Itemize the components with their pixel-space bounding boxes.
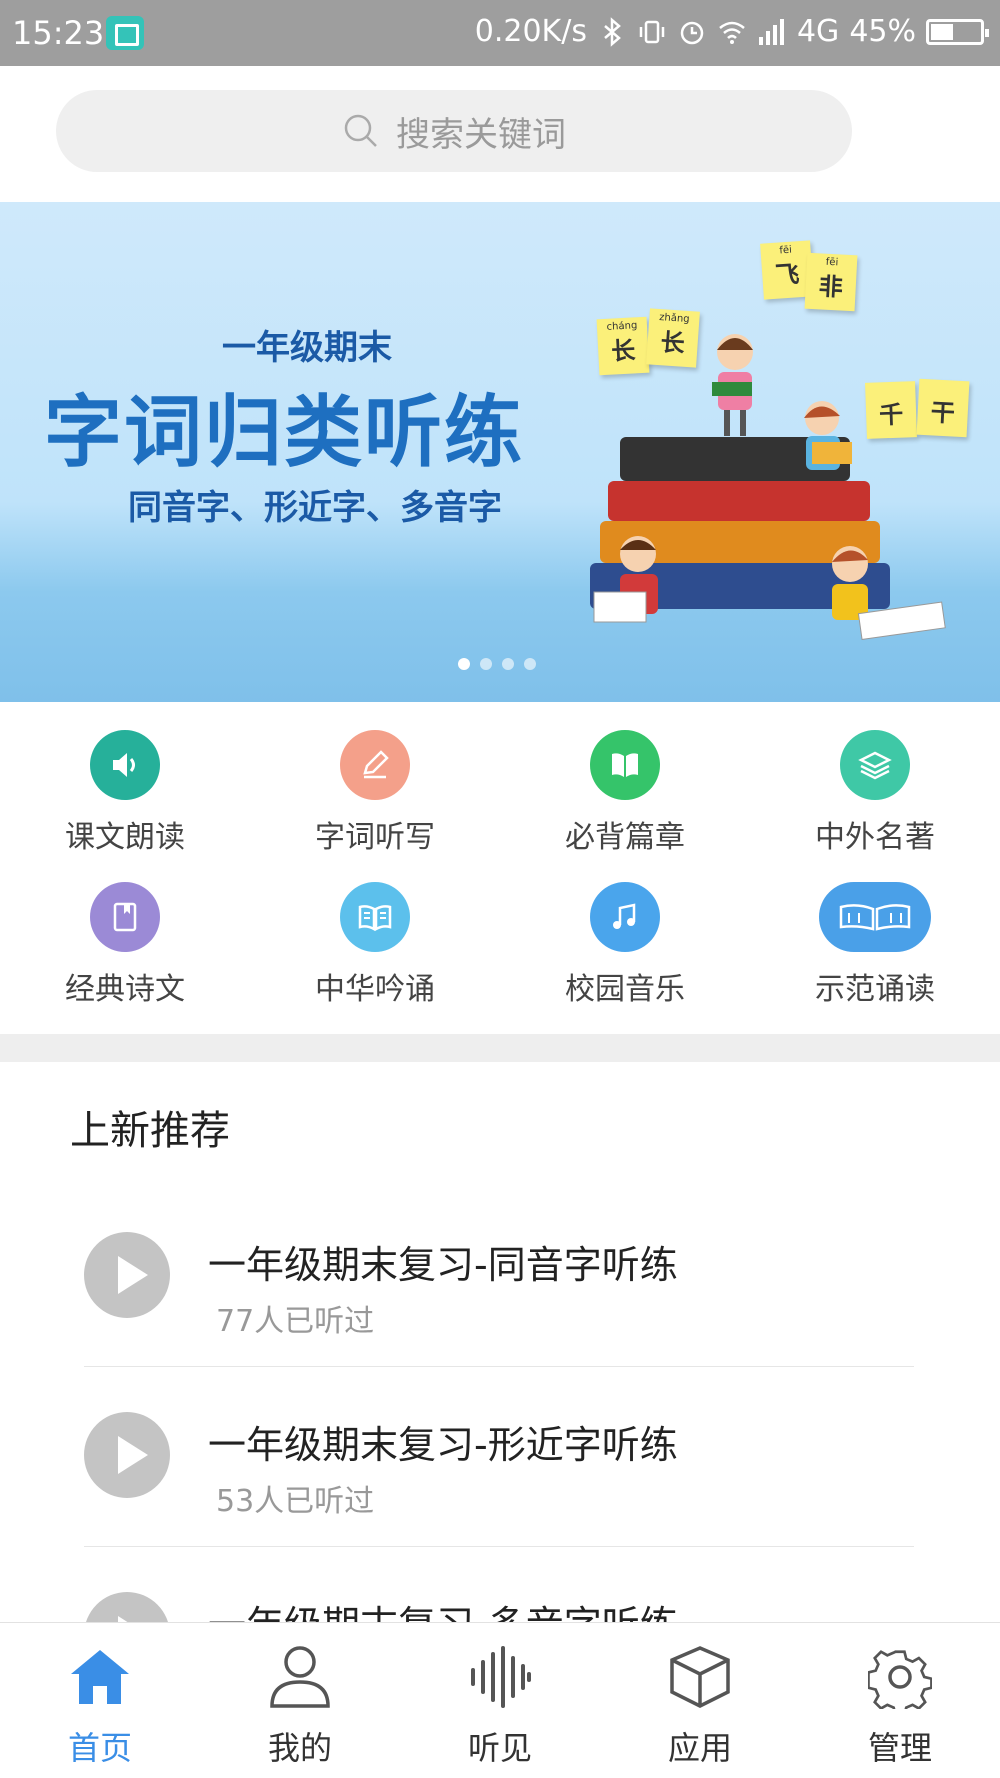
category-label: 课文朗读 — [65, 820, 185, 855]
banner-subtitle: 一年级期末 — [222, 328, 392, 368]
bookmark-book-icon — [90, 882, 160, 952]
category-grid: 课文朗读 字词听写 必背篇章 中外名著 经典诗文 中华吟诵 校园音乐 示范诵读 — [0, 726, 1000, 1026]
item-listen-count: 53人已听过 — [216, 1484, 375, 1519]
vibrate-icon — [639, 20, 665, 43]
item-title: 一年级期末复习-形近字听练 — [208, 1423, 678, 1467]
category-dictation[interactable]: 字词听写 — [275, 730, 475, 856]
open-book-icon — [340, 882, 410, 952]
nav-label: 管理 — [867, 1729, 932, 1767]
net-speed: 0.20K/s — [474, 14, 587, 49]
status-time: 15:23 — [12, 14, 105, 52]
bluetooth-icon — [604, 16, 621, 47]
carousel-dot[interactable] — [524, 658, 536, 670]
battery-fill — [931, 23, 953, 40]
category-text-reading[interactable]: 课文朗读 — [25, 730, 225, 856]
battery-icon — [926, 18, 989, 45]
word-card: zhǎng 长 — [646, 308, 700, 368]
item-listen-count: 77人已听过 — [216, 1304, 375, 1339]
screenshot-icon — [106, 16, 144, 50]
status-bar: 15:23 0.20K/s 4G 45% — [0, 0, 1000, 66]
nav-mine[interactable]: 我的 — [230, 1637, 370, 1769]
category-chanting[interactable]: 中华吟诵 — [275, 882, 475, 1008]
category-demo-reading[interactable]: 示范诵读 — [775, 882, 975, 1008]
category-label: 中外名著 — [815, 820, 935, 855]
soundwave-icon — [430, 1637, 570, 1717]
home-icon — [30, 1637, 170, 1717]
nav-manage[interactable]: 管理 — [830, 1637, 970, 1769]
promo-banner[interactable]: 一年级期末 字词归类听练 同音字、形近字、多音字 fēi 飞 fēi 非 cháng… — [0, 202, 1000, 702]
category-label: 校园音乐 — [565, 972, 685, 1007]
music-note-icon — [590, 882, 660, 952]
pencil-icon — [340, 730, 410, 800]
play-icon[interactable] — [84, 1232, 170, 1318]
category-label: 必背篇章 — [565, 820, 685, 855]
category-label: 示范诵读 — [815, 972, 935, 1007]
search-bar[interactable]: 搜索关键词 — [56, 90, 852, 172]
reading-book-icon — [819, 882, 931, 952]
bottom-nav: 首页 我的 听见 应用 管理 — [0, 1622, 1000, 1778]
category-label: 中华吟诵 — [315, 972, 435, 1007]
list-item[interactable]: 一年级期末复习-形近字听练 53人已听过 — [84, 1412, 914, 1592]
search-icon — [344, 114, 377, 147]
carousel-dot[interactable] — [502, 658, 514, 670]
child-figure — [832, 546, 946, 641]
banner-title: 字词归类听练 — [44, 388, 525, 478]
status-icons: 0.20K/s 4G 45% — [474, 14, 989, 49]
category-label: 字词听写 — [315, 820, 435, 855]
user-icon — [230, 1637, 370, 1717]
section-title: 上新推荐 — [70, 1108, 230, 1154]
nav-label: 听见 — [467, 1729, 532, 1767]
nav-label: 应用 — [667, 1729, 732, 1767]
nav-apps[interactable]: 应用 — [630, 1637, 770, 1769]
speaker-icon — [90, 730, 160, 800]
category-must-recite[interactable]: 必背篇章 — [525, 730, 725, 856]
carousel-dot[interactable] — [480, 658, 492, 670]
play-icon[interactable] — [84, 1412, 170, 1498]
alarm-icon — [680, 21, 704, 44]
category-campus-music[interactable]: 校园音乐 — [525, 882, 725, 1008]
category-poetry[interactable]: 经典诗文 — [25, 882, 225, 1008]
network-type: 4G — [796, 14, 840, 49]
nav-listen[interactable]: 听见 — [430, 1637, 570, 1769]
battery-percent: 45% — [849, 14, 916, 49]
word-card: cháng 长 — [596, 316, 650, 376]
wifi-icon — [719, 21, 745, 44]
item-title: 一年级期末复习-同音字听练 — [208, 1243, 678, 1287]
category-label: 经典诗文 — [65, 972, 185, 1007]
cube-icon — [630, 1637, 770, 1717]
row-divider — [84, 1366, 914, 1367]
banner-tagline: 同音字、形近字、多音字 — [128, 488, 502, 528]
word-card: 干 — [916, 378, 970, 438]
book-icon — [590, 730, 660, 800]
gear-icon — [830, 1637, 970, 1717]
carousel-indicator[interactable] — [458, 658, 536, 670]
child-figure — [712, 334, 753, 436]
carousel-dot[interactable] — [458, 658, 470, 670]
search-placeholder: 搜索关键词 — [396, 114, 566, 155]
child-figure — [593, 536, 658, 623]
nav-home[interactable]: 首页 — [30, 1637, 170, 1769]
list-item[interactable]: 一年级期末复习-同音字听练 77人已听过 — [84, 1232, 914, 1412]
nav-label: 我的 — [267, 1729, 332, 1767]
signal-icon — [758, 18, 784, 45]
word-card: 千 — [865, 381, 917, 439]
section-divider — [0, 1034, 1000, 1062]
category-classics[interactable]: 中外名著 — [775, 730, 975, 856]
nav-label: 首页 — [67, 1729, 132, 1767]
word-card: fēi 非 — [804, 252, 858, 312]
child-figure — [804, 401, 852, 470]
layers-icon — [840, 730, 910, 800]
row-divider — [84, 1546, 914, 1547]
